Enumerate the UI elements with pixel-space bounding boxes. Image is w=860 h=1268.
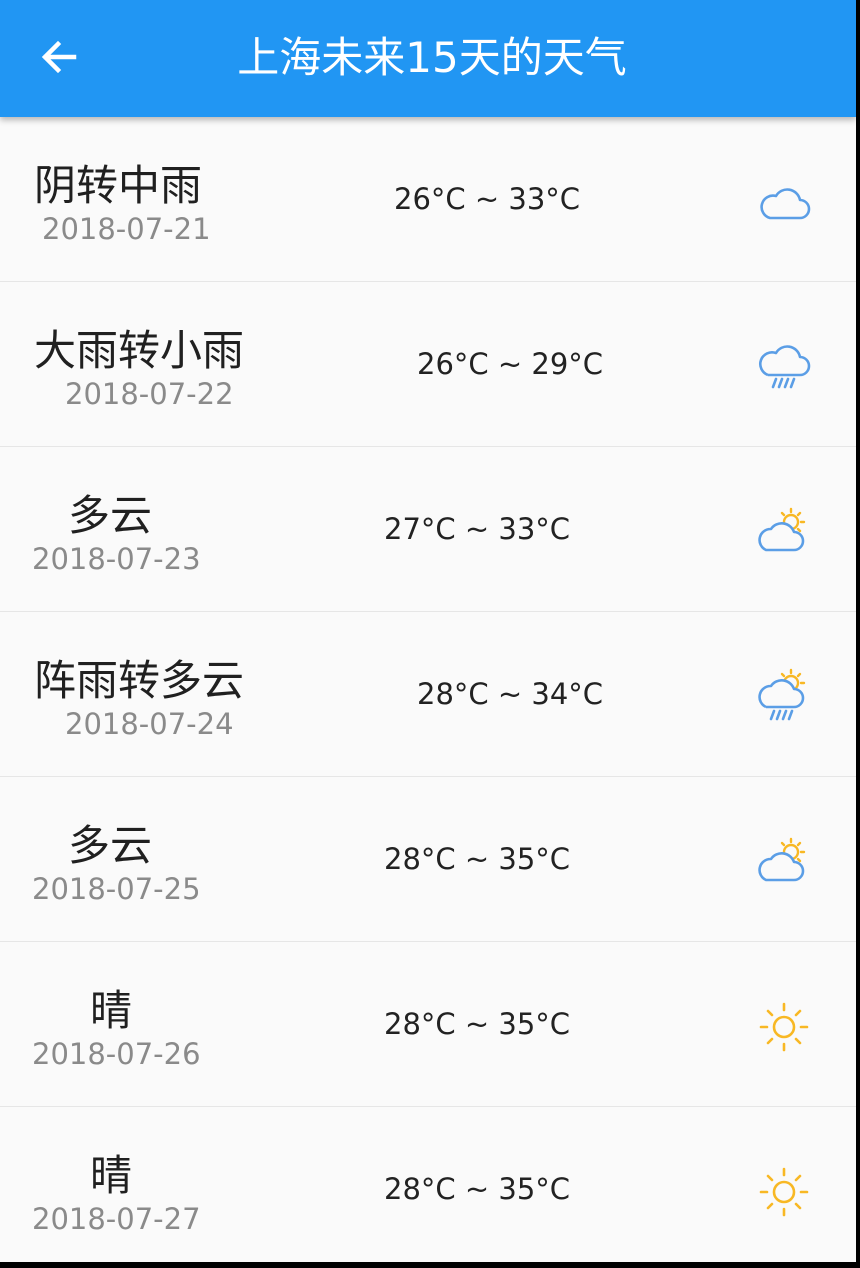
temperature-range: 28°C ~ 34°C: [417, 677, 604, 711]
forecast-row[interactable]: 晴 2018-07-27 28°C ~ 35°C: [0, 1107, 856, 1262]
temperature-range: 26°C ~ 29°C: [417, 347, 604, 381]
forecast-row[interactable]: 阵雨转多云 2018-07-24 28°C ~ 34°C: [0, 612, 856, 777]
forecast-date: 2018-07-26: [32, 1037, 201, 1071]
weather-description: 大雨转小雨: [34, 326, 245, 375]
temperature-range: 28°C ~ 35°C: [384, 1172, 571, 1206]
forecast-date: 2018-07-24: [65, 707, 234, 741]
forecast-date: 2018-07-25: [32, 872, 201, 906]
weather-description: 多云: [68, 821, 153, 870]
weather-description: 阴转中雨: [34, 161, 203, 210]
cloud-icon: [754, 172, 814, 232]
forecast-date: 2018-07-27: [32, 1202, 201, 1236]
screen: 上海未来15天的天气 阴转中雨 2018-07-21 26°C ~ 33°C 大…: [0, 0, 856, 1262]
forecast-date: 2018-07-23: [32, 542, 201, 576]
forecast-row[interactable]: 多云 2018-07-23 27°C ~ 33°C: [0, 447, 856, 612]
cloud-rain-icon: [754, 337, 814, 397]
app-bar: 上海未来15天的天气: [0, 0, 856, 117]
forecast-list[interactable]: 阴转中雨 2018-07-21 26°C ~ 33°C 大雨转小雨 2018-0…: [0, 117, 856, 1262]
forecast-row[interactable]: 大雨转小雨 2018-07-22 26°C ~ 29°C: [0, 282, 856, 447]
sun-icon: [754, 997, 814, 1057]
sun-icon: [754, 1162, 814, 1222]
forecast-row[interactable]: 阴转中雨 2018-07-21 26°C ~ 33°C: [0, 117, 856, 282]
weather-description: 晴: [90, 986, 133, 1035]
page-title: 上海未来15天的天气: [237, 33, 627, 82]
partly-cloudy-icon: [754, 832, 814, 892]
temperature-range: 26°C ~ 33°C: [394, 182, 581, 216]
temperature-range: 28°C ~ 35°C: [384, 842, 571, 876]
partly-cloudy-icon: [754, 502, 814, 562]
forecast-date: 2018-07-21: [42, 212, 211, 246]
forecast-row[interactable]: 多云 2018-07-25 28°C ~ 35°C: [0, 777, 856, 942]
temperature-range: 28°C ~ 35°C: [384, 1007, 571, 1041]
forecast-date: 2018-07-22: [65, 377, 234, 411]
forecast-row[interactable]: 晴 2018-07-26 28°C ~ 35°C: [0, 942, 856, 1107]
weather-description: 阵雨转多云: [34, 656, 245, 705]
temperature-range: 27°C ~ 33°C: [384, 512, 571, 546]
sun-cloud-rain-icon: [754, 667, 814, 727]
weather-description: 晴: [90, 1151, 133, 1200]
weather-description: 多云: [68, 491, 153, 540]
